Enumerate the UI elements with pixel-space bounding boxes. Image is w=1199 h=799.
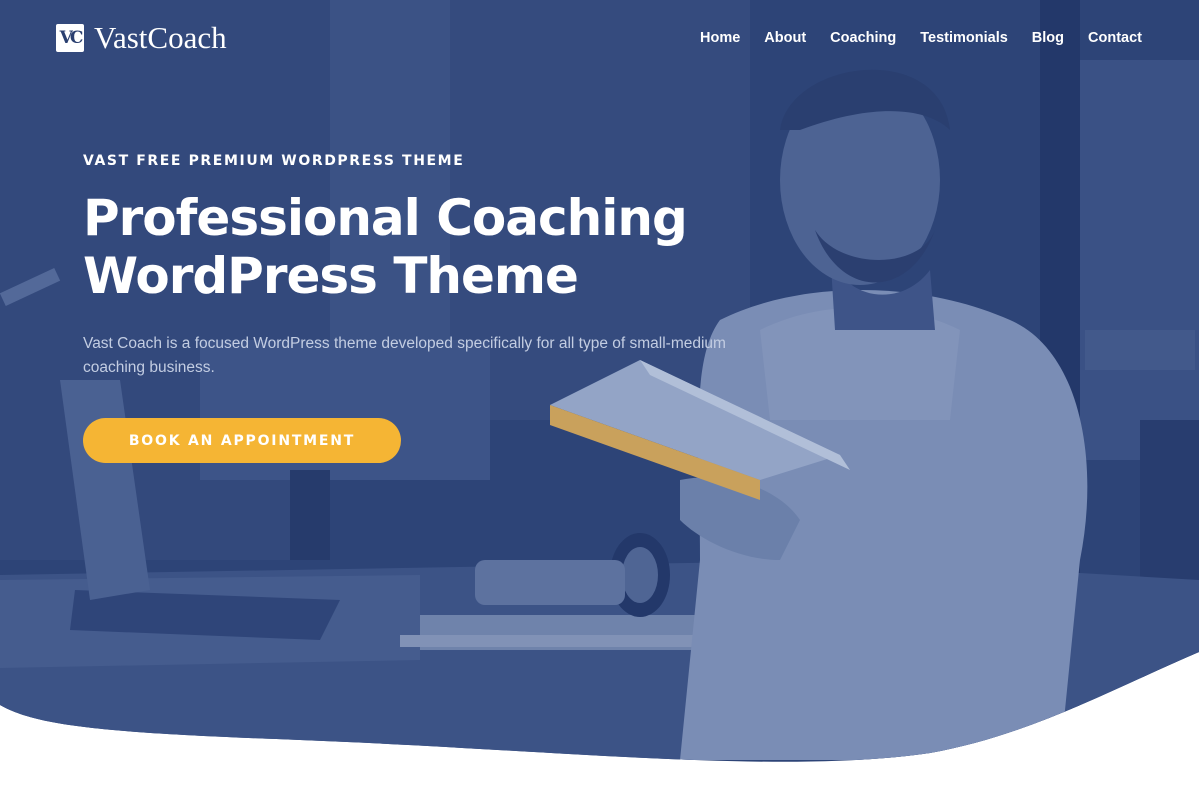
main-navigation: Home About Coaching Testimonials Blog Co… (676, 28, 1142, 48)
logo-mark-icon: VC (56, 24, 84, 52)
site-logo[interactable]: VC VastCoach (56, 22, 227, 54)
site-header: VC VastCoach Home About Coaching Testimo… (0, 0, 1199, 78)
hero-title: Professional Coaching WordPress Theme (83, 189, 803, 305)
nav-coaching[interactable]: Coaching (830, 28, 896, 48)
book-appointment-button[interactable]: BOOK AN APPOINTMENT (83, 418, 401, 463)
nav-about[interactable]: About (764, 28, 806, 48)
hero-title-line-2: WordPress Theme (83, 247, 579, 305)
hero-section: VC VastCoach Home About Coaching Testimo… (0, 0, 1199, 799)
nav-contact[interactable]: Contact (1088, 28, 1142, 48)
hero-title-line-1: Professional Coaching (83, 189, 688, 247)
nav-testimonials[interactable]: Testimonials (920, 28, 1008, 48)
nav-blog[interactable]: Blog (1032, 28, 1064, 48)
nav-home[interactable]: Home (700, 28, 740, 48)
hero-description: Vast Coach is a focused WordPress theme … (83, 335, 726, 376)
hero-kicker: VAST FREE PREMIUM WORDPRESS THEME (83, 153, 465, 169)
hero-content: VAST FREE PREMIUM WORDPRESS THEME Profes… (83, 150, 803, 463)
site-name: VastCoach (94, 20, 227, 55)
